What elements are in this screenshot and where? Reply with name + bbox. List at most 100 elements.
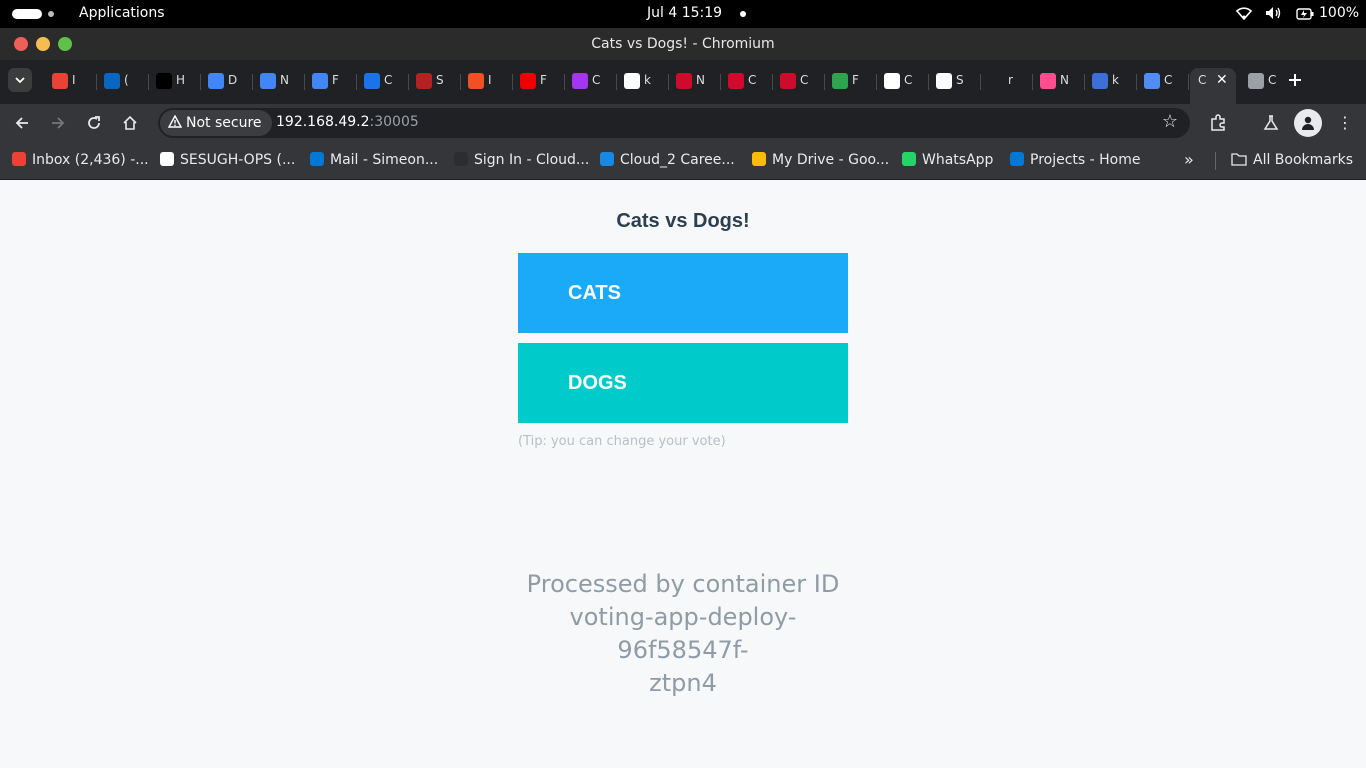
browser-tab[interactable]: F [306, 68, 356, 94]
huawei-icon [676, 73, 692, 89]
openai-icon [884, 73, 900, 89]
labs-flask-icon[interactable] [1260, 112, 1282, 134]
bookmarks-divider [1215, 152, 1216, 170]
bookmark-item[interactable]: My Drive - Goo... [752, 152, 889, 170]
browser-tab[interactable]: H [150, 68, 200, 94]
browser-tab[interactable]: k [1086, 68, 1136, 94]
extensions-icon[interactable] [1207, 112, 1229, 134]
browser-tab[interactable]: ( [98, 68, 148, 94]
close-tab-icon[interactable]: ✕ [1216, 72, 1228, 88]
browser-tab[interactable]: C [1138, 68, 1188, 94]
volume-icon[interactable] [1265, 6, 1283, 24]
outlook-icon [310, 152, 324, 166]
profile-avatar-icon[interactable] [1294, 109, 1322, 137]
back-button[interactable] [11, 112, 33, 134]
url-text[interactable]: 192.168.49.2:30005 [276, 114, 419, 130]
wifi-icon[interactable] [1235, 6, 1253, 24]
browser-tab[interactable]: C [358, 68, 408, 94]
tab-title: C [800, 73, 809, 87]
browser-tab[interactable]: k [618, 68, 668, 94]
browser-tab[interactable]: C [878, 68, 928, 94]
menu-kebab-icon[interactable]: ⋮ [1334, 112, 1356, 134]
reload-button[interactable] [83, 112, 105, 134]
tab-separator [980, 74, 981, 90]
browser-tab[interactable]: C [774, 68, 824, 94]
tab-title: F [540, 73, 547, 87]
bookmark-item[interactable]: Inbox (2,436) -... [12, 152, 149, 170]
tab-separator [356, 74, 357, 90]
tab-separator [772, 74, 773, 90]
bookmark-item[interactable]: WhatsApp [902, 152, 993, 170]
browser-tab[interactable]: D [202, 68, 252, 94]
linkedin-icon [104, 73, 120, 89]
browser-tab[interactable]: S [410, 68, 460, 94]
tab-title: I [488, 73, 492, 87]
browser-tab[interactable]: F [514, 68, 564, 94]
bookmark-label: WhatsApp [922, 152, 994, 168]
activities-indicator[interactable] [12, 9, 42, 19]
x-icon [156, 73, 172, 89]
tab-search-button[interactable] [8, 68, 32, 92]
docs-icon [260, 73, 276, 89]
browser-tab[interactable]: N [670, 68, 720, 94]
page-content: Cats vs Dogs! CATS DOGS (Tip: you can ch… [0, 181, 1366, 768]
tab-separator [1084, 74, 1085, 90]
bookmark-item[interactable]: Mail - Simeon... [310, 152, 438, 170]
tab-title: k [1112, 73, 1119, 87]
browser-tab[interactable]: C ✕ [1190, 68, 1236, 104]
browser-tab[interactable]: r [982, 68, 1032, 94]
home-button[interactable] [119, 112, 141, 134]
vote-cats-button[interactable]: CATS [518, 253, 848, 333]
tab-separator [564, 74, 565, 90]
forward-button[interactable] [47, 112, 69, 134]
browser-tab[interactable]: C [1242, 68, 1292, 94]
window-title: Cats vs Dogs! - Chromium [591, 36, 775, 52]
clock[interactable]: Jul 4 15:19 [647, 5, 722, 21]
tab-separator [876, 74, 877, 90]
window-titlebar: Cats vs Dogs! - Chromium [0, 28, 1366, 60]
security-indicator[interactable]: Not secure [160, 110, 272, 136]
bookmark-label: Mail - Simeon... [330, 152, 439, 168]
browser-tab[interactable]: F [826, 68, 876, 94]
browser-tab[interactable]: N [254, 68, 304, 94]
gemini-icon [1144, 73, 1160, 89]
cube-icon [1040, 73, 1056, 89]
browser-tab[interactable]: I [462, 68, 512, 94]
tab-separator [824, 74, 825, 90]
huawei-icon [728, 73, 744, 89]
gmail-icon [52, 73, 68, 89]
tab-separator [408, 74, 409, 90]
cloud-icon [600, 152, 614, 166]
bookmark-item[interactable]: SESUGH-OPS (... [160, 152, 295, 170]
browser-tab[interactable]: C [566, 68, 616, 94]
browser-tab[interactable]: I [46, 68, 96, 94]
bookmark-star-icon[interactable]: ☆ [1162, 111, 1178, 132]
bookmark-item[interactable]: Projects - Home [1010, 152, 1141, 170]
tab-title: N [280, 73, 289, 87]
bookmark-item[interactable]: Cloud_2 Caree... [600, 152, 735, 170]
tab-separator [200, 74, 201, 90]
battery-icon[interactable] [1296, 8, 1314, 24]
browser-tab[interactable]: S [930, 68, 980, 94]
docs-icon [312, 73, 328, 89]
browser-toolbar: Not secure 192.168.49.2:30005 ☆ ⋮ [0, 104, 1366, 142]
container-id-info: Processed by container ID voting-app-dep… [508, 568, 858, 700]
redhat-icon [520, 73, 536, 89]
all-bookmarks-button[interactable]: All Bookmarks [1231, 152, 1353, 170]
vote-tip: (Tip: you can change your vote) [518, 434, 726, 449]
processed-line: Processed by container ID [526, 570, 840, 598]
browser-tab[interactable]: N [1034, 68, 1084, 94]
more-bookmarks-chevron-icon[interactable]: » [1184, 150, 1194, 169]
tab-title: C [1164, 73, 1173, 87]
vote-dogs-button[interactable]: DOGS [518, 343, 848, 423]
fi-icon [832, 73, 848, 89]
tab-title: F [852, 73, 859, 87]
tab-title: C [904, 73, 913, 87]
browser-tab[interactable]: C [722, 68, 772, 94]
tab-separator [148, 74, 149, 90]
bookmark-item[interactable]: Sign In - Cloud... [454, 152, 589, 170]
tab-title: C [384, 73, 393, 87]
applications-menu[interactable]: Applications [79, 5, 165, 21]
notification-dot [740, 11, 746, 17]
address-bar[interactable]: Not secure 192.168.49.2:30005 ☆ [158, 108, 1190, 138]
